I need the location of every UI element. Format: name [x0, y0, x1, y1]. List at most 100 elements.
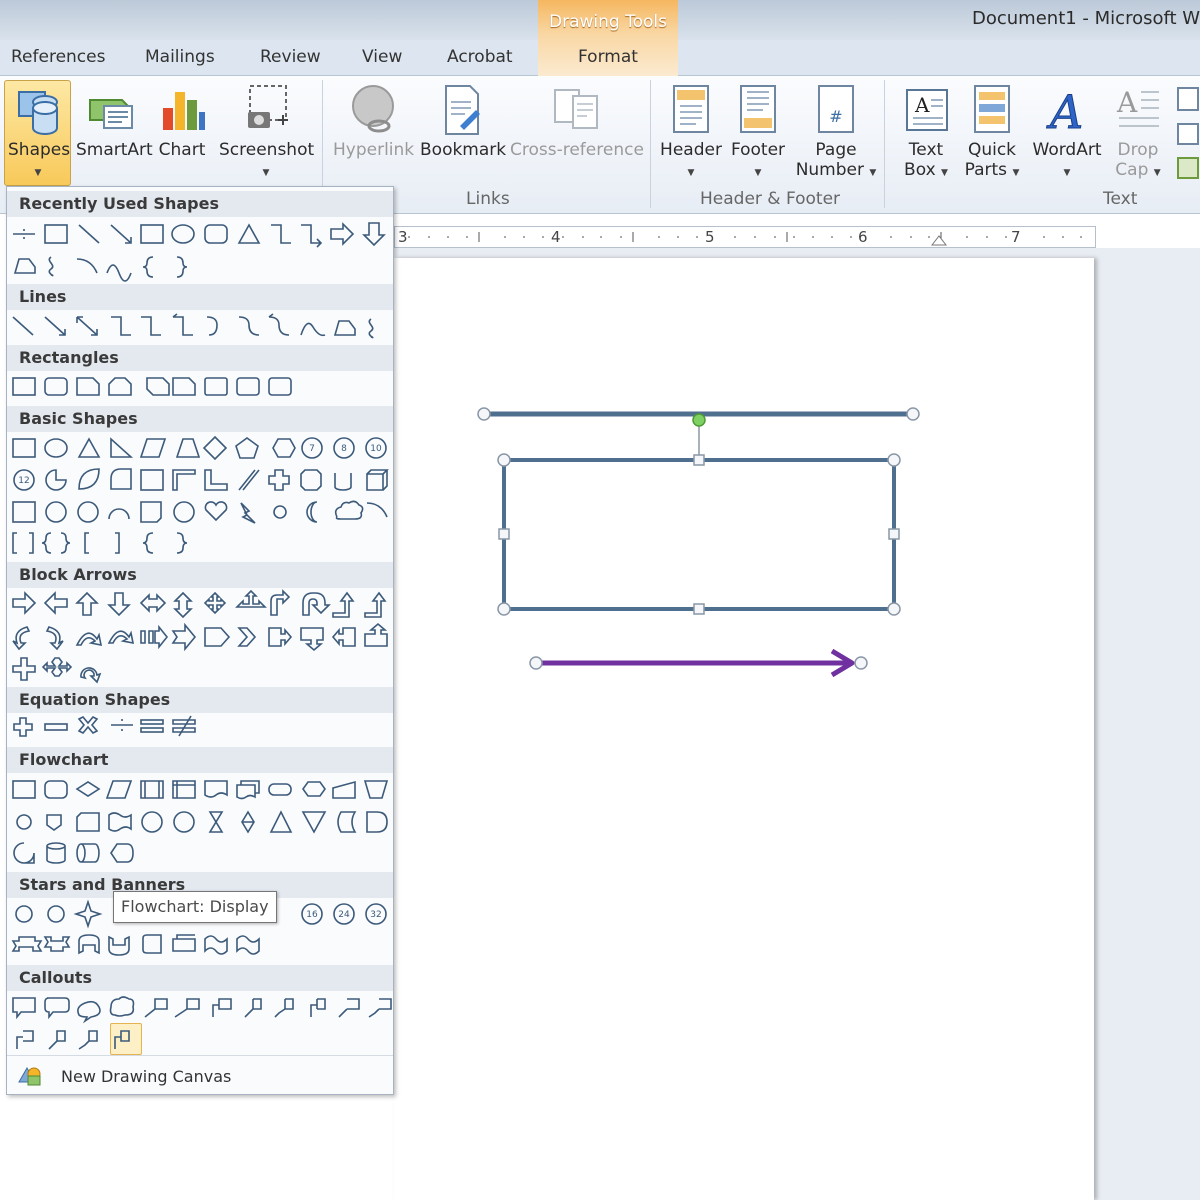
- left-bracket-icon[interactable]: [84, 532, 89, 554]
- heart-icon[interactable]: [204, 501, 228, 522]
- trapezoid-icon[interactable]: [175, 438, 201, 458]
- corner-resize-handle[interactable]: [497, 453, 511, 467]
- freeform-icon[interactable]: [333, 320, 356, 336]
- line-endpoint-handle[interactable]: [477, 407, 491, 421]
- bent-up-arrow-icon[interactable]: [364, 591, 387, 618]
- side-resize-handle[interactable]: [693, 454, 705, 466]
- arc-icon[interactable]: [366, 502, 388, 518]
- moon-icon[interactable]: [306, 501, 318, 523]
- flowchart-terminator-icon[interactable]: [268, 783, 292, 796]
- tab-view[interactable]: View: [362, 47, 402, 67]
- up-block-arrow-icon[interactable]: [75, 591, 99, 616]
- line-callout-2-noborder-icon[interactable]: [368, 998, 392, 1018]
- line-callout-1-noborder-icon[interactable]: [338, 998, 360, 1018]
- diagonal-stripe-icon[interactable]: [238, 469, 260, 491]
- side-resize-handle[interactable]: [498, 528, 510, 540]
- wordart-button[interactable]: A WordArt ▼: [1029, 82, 1105, 180]
- line-callout-3-accent-icon[interactable]: [310, 998, 326, 1017]
- down-block-arrow-icon[interactable]: [107, 592, 131, 617]
- left-brace-icon[interactable]: [142, 532, 154, 554]
- math-equal-icon[interactable]: [140, 727, 164, 733]
- quad-arrow-callout-icon[interactable]: [12, 657, 36, 681]
- pentagon-arrow-icon[interactable]: [204, 627, 231, 647]
- line-icon[interactable]: [12, 316, 34, 336]
- parallelogram-icon[interactable]: [139, 438, 167, 458]
- line-callout-2-accent-icon[interactable]: [274, 998, 294, 1018]
- chord-icon[interactable]: [78, 468, 100, 490]
- flowchart-card-icon[interactable]: [76, 812, 100, 832]
- up-down-arrow-icon[interactable]: [173, 591, 193, 619]
- rectangle-icon[interactable]: [12, 377, 36, 396]
- flowchart-magnetic-disk-icon[interactable]: [46, 842, 66, 864]
- left-arrow-callout-icon[interactable]: [331, 627, 356, 647]
- donut-icon[interactable]: [45, 501, 67, 523]
- flowchart-internal-storage-icon[interactable]: [172, 780, 196, 799]
- line-double-arrow-icon[interactable]: [76, 316, 98, 336]
- new-drawing-canvas-item[interactable]: New Drawing Canvas: [7, 1055, 393, 1093]
- right-arrow-shape-icon[interactable]: [330, 222, 355, 246]
- text-box-icon[interactable]: [12, 438, 36, 458]
- lightning-bolt-icon[interactable]: [240, 502, 256, 524]
- left-up-arrow-icon[interactable]: [332, 591, 355, 618]
- ribbon-up-icon[interactable]: [11, 936, 43, 952]
- left-block-arrow-icon[interactable]: [43, 591, 68, 615]
- arrow-line-shape-icon[interactable]: [110, 224, 132, 244]
- document-page[interactable]: [394, 258, 1094, 1200]
- flowchart-display-icon[interactable]: [110, 843, 134, 863]
- flowchart-sequential-storage-icon[interactable]: [13, 842, 35, 864]
- curved-ribbon-up-icon[interactable]: [78, 934, 100, 955]
- curve-shape-icon[interactable]: [106, 264, 132, 282]
- math-not-equal-icon[interactable]: [172, 715, 196, 737]
- line-callout-3-icon[interactable]: [212, 998, 232, 1017]
- flowchart-merge-icon[interactable]: [301, 811, 327, 834]
- half-frame-icon[interactable]: [172, 469, 196, 491]
- freeform-shape-icon[interactable]: [13, 258, 36, 274]
- pie-icon[interactable]: [45, 469, 67, 491]
- wave-icon[interactable]: [204, 935, 228, 955]
- flowchart-manual-operation-icon[interactable]: [363, 780, 389, 799]
- l-shape-icon[interactable]: [204, 469, 228, 491]
- signature-line-icon[interactable]: [1172, 84, 1200, 184]
- no-symbol-icon[interactable]: [77, 501, 99, 523]
- curved-double-arrow-icon[interactable]: [268, 313, 290, 336]
- plaque-icon[interactable]: [300, 469, 322, 491]
- tab-mailings[interactable]: Mailings: [145, 47, 215, 67]
- right-block-arrow-icon[interactable]: [12, 591, 37, 615]
- math-equal-icon[interactable]: [140, 719, 164, 725]
- rectangular-callout-icon[interactable]: [12, 997, 36, 1020]
- corner-resize-handle[interactable]: [887, 453, 901, 467]
- screenshot-button[interactable]: Screenshot ▼: [219, 82, 314, 180]
- left-right-arrow-icon[interactable]: [139, 593, 167, 613]
- circular-arrow-icon[interactable]: [80, 667, 102, 684]
- snip-same-side-icon[interactable]: [108, 377, 132, 396]
- elbow-connector-icon[interactable]: [111, 316, 131, 336]
- elbow-connector-icon[interactable]: [271, 224, 291, 244]
- chart-button[interactable]: Chart: [154, 82, 210, 160]
- flowchart-direct-access-storage-icon[interactable]: [76, 843, 100, 863]
- flowchart-multidocument-icon[interactable]: [236, 780, 260, 800]
- flowchart-process-icon[interactable]: [12, 780, 36, 799]
- flowchart-delay-icon[interactable]: [366, 811, 388, 833]
- oval-icon[interactable]: [44, 438, 68, 458]
- shapes-button[interactable]: Shapes ▼: [8, 82, 70, 180]
- math-plus-icon[interactable]: [13, 717, 33, 737]
- rounded-rectangular-callout-icon[interactable]: [44, 997, 70, 1020]
- rectangle-shape-icon[interactable]: [140, 224, 164, 244]
- arrow-endpoint-handle[interactable]: [529, 656, 543, 670]
- rectangle-shape[interactable]: [502, 458, 896, 611]
- round-single-corner-icon[interactable]: [204, 377, 228, 396]
- quad-arrow-icon[interactable]: [203, 591, 227, 615]
- flowchart-sort-icon[interactable]: [241, 810, 255, 834]
- teardrop-icon[interactable]: [110, 468, 132, 490]
- math-divide-icon[interactable]: [111, 719, 133, 731]
- block-arc-icon[interactable]: [108, 508, 130, 520]
- flowchart-collate-icon[interactable]: [208, 811, 224, 833]
- vertical-scroll-icon[interactable]: [142, 934, 162, 954]
- curved-down-arrow-icon[interactable]: [107, 630, 135, 645]
- elbow-arrow-connector-icon[interactable]: [301, 224, 323, 248]
- flowchart-decision-icon[interactable]: [75, 781, 101, 797]
- right-bracket-icon[interactable]: [115, 532, 120, 554]
- side-resize-handle[interactable]: [693, 603, 705, 615]
- curved-left-arrow-icon[interactable]: [45, 626, 64, 651]
- double-brace-icon[interactable]: [41, 532, 71, 554]
